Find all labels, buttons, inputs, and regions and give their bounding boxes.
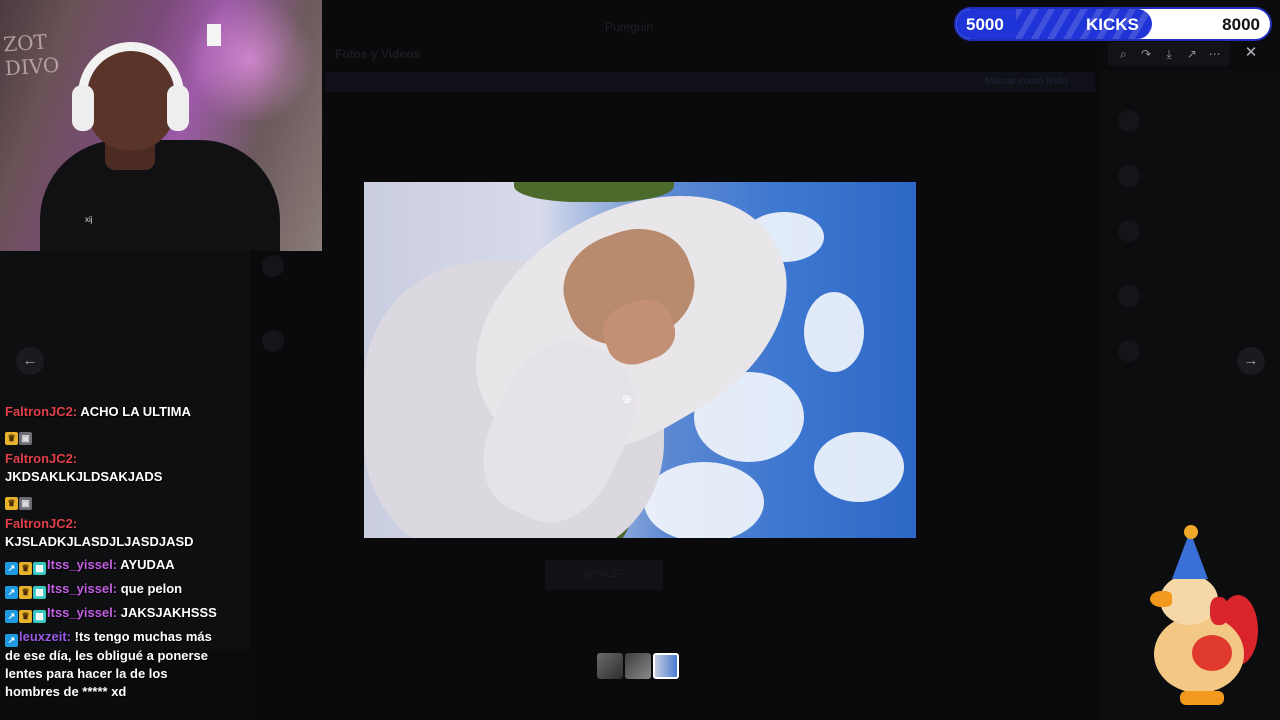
thumbnail-active[interactable] [653,653,679,679]
teal-badge-icon: ▦ [33,562,46,575]
chat-overlay: FaltronJC2: ACHO LA ULTIMA ♛ ▣ FaltronJC2: … [5,403,220,706]
background-banner [325,72,1095,92]
background-channel-title: Pureguin [605,20,654,34]
chat-text: KJSLADKJLASDJLJASDJASD [5,534,194,549]
blue-badge-icon: ↗ [5,634,18,647]
mascot-feet [1180,691,1224,705]
viewer-toolbar: ⌕ ↷ ⤓ ↗ ⋯ [1108,42,1230,66]
cloud [644,462,764,538]
background-avatar [1118,110,1140,132]
background-section-heading: Fotos y Videos [335,47,421,61]
background-banner-action: Marcar como leído [985,76,1068,87]
chicken-mascot-icon [1140,525,1265,710]
kicks-goal-bar: 5000 KICKS 8000 [954,7,1272,41]
background-avatar [1118,220,1140,242]
open-external-icon[interactable]: ↗ [1182,44,1202,64]
chat-username[interactable]: leuxzeit: [19,629,71,644]
blue-badge-icon: ↗ [5,610,18,623]
chat-username[interactable]: FaltronJC2: [5,451,77,466]
chat-text: AYUDAA [120,557,175,572]
background-avatar [1118,285,1140,307]
chat-message: ↗ ♛ ▦ Itss_yissel: AYUDAA [5,556,220,575]
crown-badge-icon: ♛ [19,562,32,575]
chat-message: ♛ ▣ [5,491,220,510]
shirt-print: xij [85,215,93,224]
wall-graffiti: ZOT DIVO [2,29,61,81]
download-icon[interactable]: ⤓ [1159,44,1179,64]
mascot-wing [1192,635,1232,671]
blue-badge-icon: ↗ [5,562,18,575]
background-spoiler: SPOILER [545,560,663,590]
background-avatar [1118,340,1140,362]
thumbnail[interactable] [597,653,623,679]
chat-username[interactable]: Itss_yissel: [47,605,117,620]
forward-icon[interactable]: ↷ [1136,44,1156,64]
game-badge-icon: ▣ [19,497,32,510]
chat-username[interactable]: FaltronJC2: [5,516,77,531]
streamer-body [40,140,280,251]
crown-badge-icon: ♛ [5,432,18,445]
kicks-current: 5000 [966,15,1004,34]
kicks-goal: 8000 [1222,15,1260,34]
chat-text: JKDSAKLKJLDSAKJADS [5,469,163,484]
headphones-left [72,85,94,131]
teal-badge-icon: ▦ [33,610,46,623]
chat-text: JAKSJAKHSSS [120,605,217,620]
zoom-cursor-icon: ⊕ [622,392,633,406]
thumbnail-strip [597,653,679,679]
arrow-left-icon[interactable]: ← [16,347,44,375]
chat-username[interactable]: Itss_yissel: [47,581,117,596]
chat-username[interactable]: FaltronJC2: [5,404,77,419]
wall-tag [207,24,221,46]
chat-message: ↗ ♛ ▦ Itss_yissel: JAKSJAKHSSS [5,604,220,623]
background-avatar [262,255,284,277]
mascot-beak [1150,591,1172,607]
chat-message: ♛ ▣ [5,426,220,445]
teal-badge-icon: ▦ [33,586,46,599]
game-badge-icon: ▣ [19,432,32,445]
chat-message: FaltronJC2: ACHO LA ULTIMA [5,403,220,421]
crown-badge-icon: ♛ [19,610,32,623]
thumbnail[interactable] [625,653,651,679]
chat-text: que pelon [120,581,183,596]
stream-screen: Pureguin Fotos y Videos Marcar como leíd… [0,0,1280,720]
crown-badge-icon: ♛ [5,497,18,510]
chat-message: ↗ ♛ ▦ Itss_yissel: que pelon [5,580,220,599]
arrow-right-icon[interactable]: → [1237,347,1265,375]
background-avatar [262,330,284,352]
chat-message: ↗ leuxzeit: !ts tengo muchas más de ese d… [5,628,220,701]
mascot-wattle [1210,597,1228,625]
chat-text: ACHO LA ULTIMA [80,404,191,419]
chat-username[interactable]: Itss_yissel: [47,557,117,572]
kicks-label: KICKS [1086,15,1139,34]
headphones-right [167,85,189,131]
chat-message: FaltronJC2: KJSLADKJLASDJLJASDJASD [5,515,220,551]
background-avatar [1118,165,1140,187]
cloud [814,432,904,502]
close-icon[interactable]: ✕ [1240,42,1262,64]
zoom-in-icon[interactable]: ⌕ [1113,44,1133,64]
party-hat-pom [1184,525,1198,539]
viewer-image[interactable]: ⊕ [364,182,916,538]
more-icon[interactable]: ⋯ [1205,44,1225,64]
crown-badge-icon: ♛ [19,586,32,599]
webcam-light [180,0,320,120]
webcam-overlay: ZOT DIVO xij [0,0,322,251]
blue-badge-icon: ↗ [5,586,18,599]
chat-message: FaltronJC2: JKDSAKLKJLDSAKJADS [5,450,220,486]
cloud [804,292,864,372]
